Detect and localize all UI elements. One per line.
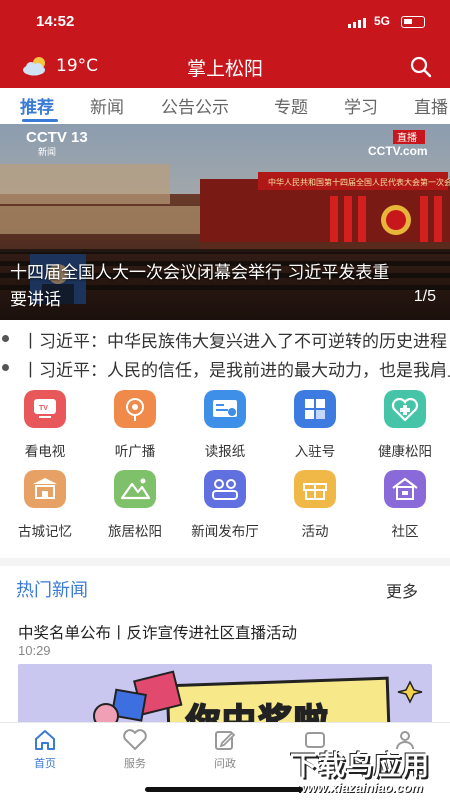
tab-announcements[interactable]: 公告公示 — [161, 93, 229, 118]
community-icon — [384, 470, 426, 508]
status-time: 14:52 — [36, 13, 75, 30]
cctv-logo-text: CCTV 13 — [26, 129, 88, 146]
nav-label: 问政 — [214, 757, 236, 770]
grid-label: 旅居松阳 — [108, 524, 162, 540]
bullet-dot — [2, 364, 9, 371]
grid-label: 社区 — [391, 524, 419, 540]
mountain-icon — [114, 470, 156, 508]
ancient-city-icon — [24, 470, 66, 508]
news-carousel[interactable]: 中华人民共和国第十四届全国人民代表大会第一次会议 CCTV 13 新闻 直播 C… — [0, 124, 450, 320]
tab-topics[interactable]: 专题 — [274, 93, 308, 118]
nav-service[interactable]: 服务 — [100, 729, 170, 771]
ticker-text: 丨习近平：中华民族伟大复兴进入了不可逆转的历史进程 — [22, 332, 447, 352]
newspaper-icon — [204, 390, 246, 428]
hot-news-heading: 热门新闻 — [16, 580, 88, 601]
grid-label: 活动 — [301, 524, 329, 540]
search-icon[interactable] — [409, 55, 433, 79]
ticker-text: 丨习近平：人民的信任，是我前进的最大动力，也是我肩上沉甸甸的责任 — [22, 361, 450, 381]
live-tag: 直播 — [397, 131, 417, 144]
gift-icon — [294, 470, 336, 508]
tab-study[interactable]: 学习 — [344, 93, 378, 118]
carousel-caption: 十四届全国人大一次会议闭幕会举行 习近平发表重要讲话 — [10, 263, 390, 310]
bullet-dot — [2, 335, 9, 342]
app-header: 19°C 掌上松阳 — [0, 44, 450, 88]
carousel-page-indicator: 1/5 — [413, 288, 436, 305]
category-tabs: 推荐 新闻 公告公示 专题 学习 直播 — [0, 88, 450, 124]
press-room-icon — [204, 470, 246, 508]
section-divider — [0, 558, 450, 566]
battery-icon — [401, 16, 425, 28]
more-link[interactable]: 更多 — [386, 578, 418, 602]
site-tag: CCTV.com — [368, 144, 428, 158]
nav-inquiry[interactable]: 问政 — [190, 729, 260, 771]
tab-news[interactable]: 新闻 — [90, 93, 124, 118]
home-icon — [35, 730, 55, 750]
stage-banner-text: 中华人民共和国第十四届全国人民代表大会第一次会议 — [268, 177, 450, 187]
nav-label: 首页 — [34, 757, 56, 770]
active-tab-indicator — [22, 119, 58, 122]
nav-home[interactable]: 首页 — [10, 729, 80, 771]
grid-label: 新闻发布厅 — [191, 524, 259, 540]
cctv-channel-sub: 新闻 — [38, 146, 56, 158]
grid-label: 读报纸 — [204, 444, 246, 460]
headline-ticker-item[interactable]: 丨习近平：人民的信任，是我前进的最大动力，也是我肩上沉甸甸的责任 — [0, 355, 450, 381]
heart-icon — [123, 729, 147, 750]
signal-icon — [348, 18, 368, 28]
svg-text:TV: TV — [39, 405, 48, 412]
health-icon — [384, 390, 426, 428]
radio-icon — [114, 390, 156, 428]
thumbnail-text: 你中奖啦 — [185, 701, 330, 724]
tv-icon: TV — [24, 390, 66, 428]
grid-label: 看电视 — [24, 444, 66, 460]
headline-ticker-item[interactable]: 丨习近平：中华民族伟大复兴进入了不可逆转的历史进程 — [0, 326, 450, 352]
grid-label: 听广播 — [114, 444, 156, 460]
edit-icon — [215, 731, 236, 750]
network-label: 5G — [374, 14, 391, 28]
watermark-text: 下载鸟应用 — [290, 751, 430, 782]
apps-icon — [294, 390, 336, 428]
grid-label: 入驻号 — [294, 444, 336, 460]
tab-live[interactable]: 直播 — [414, 93, 448, 118]
app-title: 掌上松阳 — [186, 58, 263, 80]
grid-label: 古城记忆 — [18, 524, 72, 540]
news-item-thumbnail[interactable]: 你中奖啦 — [18, 664, 432, 724]
status-bar: 14:52 5G — [0, 0, 450, 44]
home-indicator — [145, 787, 303, 792]
news-item-time: 10:29 — [18, 643, 51, 658]
news-item-title[interactable]: 中奖名单公布丨反诈宣传进社区直播活动 — [18, 621, 297, 643]
tab-recommend[interactable]: 推荐 — [20, 93, 54, 118]
grid-label: 健康松阳 — [378, 444, 432, 460]
nav-label: 服务 — [124, 757, 146, 770]
